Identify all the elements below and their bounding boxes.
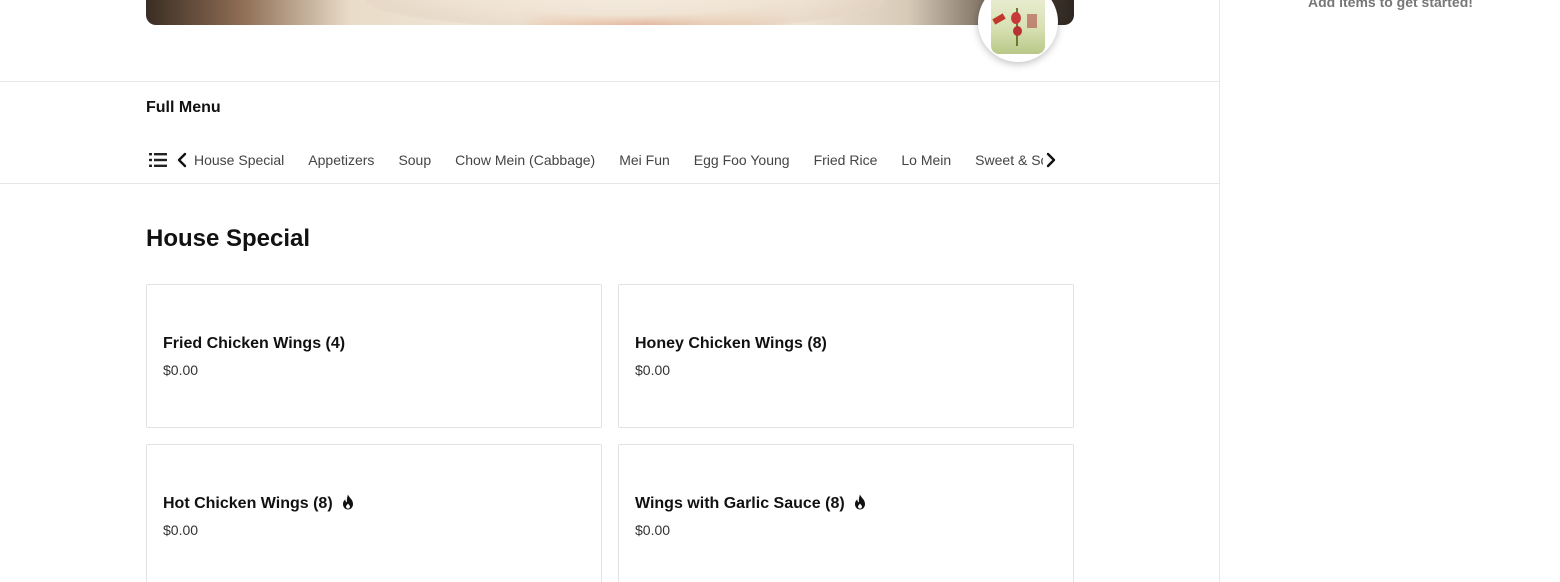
menu-item-price: $0.00 xyxy=(163,522,199,538)
menu-item-name-text: Hot Chicken Wings (8) xyxy=(163,495,333,512)
chevron-right-icon[interactable] xyxy=(1043,148,1059,172)
menu-item-name: Fried Chicken Wings (4) xyxy=(163,335,345,353)
flame-icon xyxy=(854,494,866,510)
restaurant-logo xyxy=(978,0,1058,62)
menu-item-name: Hot Chicken Wings (8) xyxy=(163,494,354,513)
category-tab[interactable]: Lo Mein xyxy=(901,146,951,174)
hero-plate xyxy=(366,0,886,25)
hero-banner-image xyxy=(146,0,1074,25)
menu-item-price: $0.00 xyxy=(163,362,199,378)
category-tab[interactable]: Egg Foo Young xyxy=(694,146,790,174)
menu-item-name-text: Wings with Garlic Sauce (8) xyxy=(635,495,845,512)
list-icon[interactable] xyxy=(146,148,170,172)
category-nav: House Special Appetizers Soup Chow Mein … xyxy=(146,146,1074,174)
menu-item-name: Honey Chicken Wings (8) xyxy=(635,335,827,353)
menu-item-name-text: Fried Chicken Wings (4) xyxy=(163,335,346,352)
category-tab[interactable]: Soup xyxy=(398,146,431,174)
menu-item-price: $0.00 xyxy=(635,522,671,538)
category-tab[interactable]: Chow Mein (Cabbage) xyxy=(455,146,595,174)
menu-item-name-text: Honey Chicken Wings (8) xyxy=(635,335,827,352)
menu-item-price: $0.00 xyxy=(635,362,671,378)
main-content: Full Menu House Special Appetizers Soup … xyxy=(0,0,1220,582)
menu-item-card[interactable]: Hot Chicken Wings (8) $0.00 xyxy=(146,444,602,582)
category-tab[interactable]: Appetizers xyxy=(308,146,374,174)
page: Full Menu House Special Appetizers Soup … xyxy=(0,0,1560,582)
chevron-left-icon[interactable] xyxy=(174,148,190,172)
category-tab[interactable]: House Special xyxy=(194,146,284,174)
category-tab[interactable]: Sweet & Sour xyxy=(975,146,1043,174)
divider xyxy=(0,183,1220,184)
menu-item-name: Wings with Garlic Sauce (8) xyxy=(635,494,866,513)
logo-image xyxy=(991,0,1045,54)
flame-icon xyxy=(342,494,354,510)
full-menu-title: Full Menu xyxy=(146,99,221,116)
divider xyxy=(0,81,1220,82)
category-tab[interactable]: Fried Rice xyxy=(814,146,878,174)
section-title: House Special xyxy=(146,225,311,252)
category-tab[interactable]: Mei Fun xyxy=(619,146,670,174)
category-list: House Special Appetizers Soup Chow Mein … xyxy=(190,146,1043,174)
cart-empty-message: Add items to get started! xyxy=(1308,0,1473,10)
menu-item-card[interactable]: Wings with Garlic Sauce (8) $0.00 xyxy=(618,444,1074,582)
menu-item-card[interactable]: Honey Chicken Wings (8) $0.00 xyxy=(618,284,1074,428)
menu-item-card[interactable]: Fried Chicken Wings (4) $0.00 xyxy=(146,284,602,428)
